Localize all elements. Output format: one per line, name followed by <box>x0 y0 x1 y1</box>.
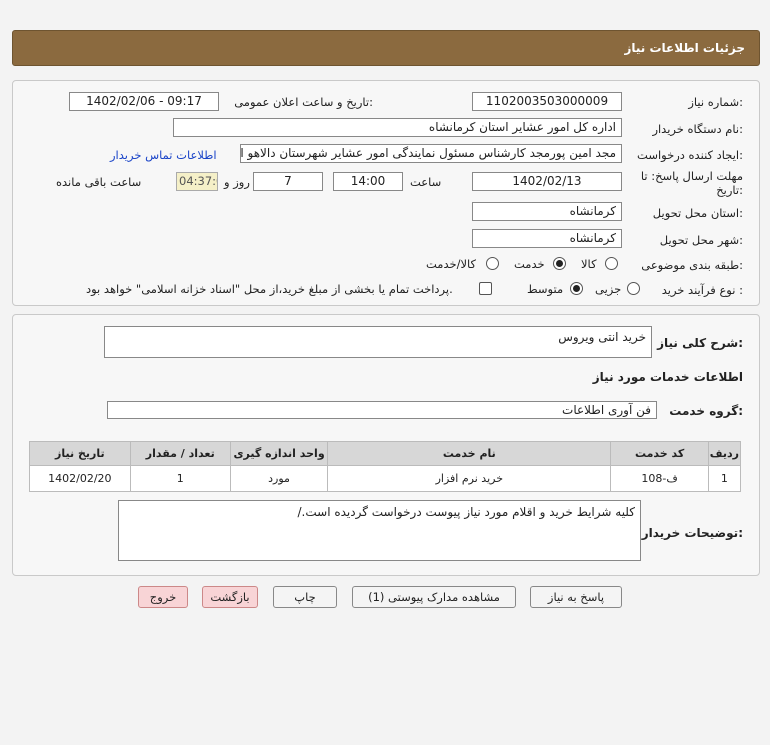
col-need-date: تاریخ نیاز <box>29 441 131 466</box>
cell-row: 1 <box>707 465 742 492</box>
col-service-name: نام خدمت <box>327 441 612 466</box>
service-group-label: گروه خدمت: <box>669 404 743 418</box>
city-field: کرمانشاه <box>472 229 622 248</box>
category-goods-radio[interactable] <box>605 257 618 270</box>
buyer-notes-field: کلیه شرایط خرید و اقلام مورد نیاز پیوست … <box>118 500 641 561</box>
col-quantity: تعداد / مقدار <box>129 441 231 466</box>
services-heading: اطلاعات خدمات مورد نیاز <box>592 370 743 384</box>
table-header-row: ردیف کد خدمت نام خدمت واحد اندازه گیری ت… <box>29 441 742 466</box>
need-number-field: 1102003503000009 <box>472 92 622 111</box>
summary-label: شرح کلی نیاز: <box>657 336 743 350</box>
page-header: جزئیات اطلاعات نیاز <box>12 30 760 66</box>
treasury-payment-checkbox[interactable] <box>479 282 492 295</box>
remaining-label: ساعت باقی مانده <box>56 175 142 189</box>
process-medium-label: متوسط <box>527 282 564 296</box>
need-number-label: شماره نیاز: <box>688 95 743 109</box>
remaining-time-field: 04:37:01 <box>176 172 218 191</box>
process-minor-radio[interactable] <box>627 282 640 295</box>
buyer-notes-label: توضیحات خریدار: <box>641 526 743 540</box>
deadline-label-date: تاریخ: <box>716 183 743 197</box>
services-table: ردیف کد خدمت نام خدمت واحد اندازه گیری ت… <box>29 441 742 492</box>
col-row: ردیف <box>707 441 742 466</box>
services-table-wrap: ردیف کد خدمت نام خدمت واحد اندازه گیری ت… <box>29 441 742 492</box>
col-service-code: کد خدمت <box>610 441 709 466</box>
creator-field: مجد امین پورمجد کارشناس مسئول نمایندگی ا… <box>240 144 622 163</box>
service-group-field: فن آوری اطلاعات <box>107 401 657 419</box>
category-goods-label: کالا <box>581 257 597 271</box>
category-goods-service-label: کالا/خدمت <box>426 257 477 271</box>
summary-field: خرید انتی ویروس <box>104 326 652 358</box>
deadline-label: مهلت ارسال پاسخ: تا <box>640 169 743 183</box>
details-panel <box>12 80 760 306</box>
category-goods-service-radio[interactable] <box>486 257 499 270</box>
announce-field: 1402/02/06 - 09:17 <box>69 92 219 111</box>
cell-unit: مورد <box>229 465 329 492</box>
category-label: طبقه بندی موضوعی: <box>641 258 743 272</box>
deadline-time-label: ساعت <box>410 175 442 189</box>
buyer-org-field: اداره کل امور عشایر استان کرمانشاه <box>173 118 622 137</box>
attachments-button[interactable]: مشاهده مدارک پیوستی (1) <box>352 586 516 608</box>
days-field: 7 <box>253 172 323 191</box>
cell-quantity: 1 <box>129 465 231 492</box>
buyer-org-label: نام دستگاه خریدار: <box>652 122 743 136</box>
province-field: کرمانشاه <box>472 202 622 221</box>
cell-service-name: خرید نرم افزار <box>327 465 612 492</box>
deadline-time-field: 14:00 <box>333 172 403 191</box>
deadline-date-field: 1402/02/13 <box>472 172 622 191</box>
page-title: جزئیات اطلاعات نیاز <box>624 41 745 55</box>
announce-label: تاریخ و ساعت اعلان عمومی: <box>234 95 373 109</box>
col-unit: واحد اندازه گیری <box>229 441 329 466</box>
exit-button[interactable]: خروج <box>138 586 188 608</box>
back-button[interactable]: بازگشت <box>202 586 258 608</box>
cell-service-code: ف-108 <box>610 465 709 492</box>
treasury-payment-note: پرداخت تمام یا بخشی از مبلغ خرید،از محل … <box>86 282 453 296</box>
category-service-radio[interactable] <box>553 257 566 270</box>
days-label: روز و <box>224 175 250 189</box>
creator-label: ایجاد کننده درخواست: <box>637 148 743 162</box>
buyer-contact-link[interactable]: اطلاعات تماس خریدار <box>110 148 217 162</box>
reply-button[interactable]: پاسخ به نیاز <box>530 586 622 608</box>
process-medium-radio[interactable] <box>570 282 583 295</box>
process-minor-label: جزیی <box>595 282 622 296</box>
province-label: استان محل تحویل: <box>652 206 743 220</box>
table-row: 1 ف-108 خرید نرم افزار مورد 1 1402/02/20 <box>29 465 742 492</box>
city-label: شهر محل تحویل: <box>659 233 743 247</box>
process-label: نوع فرآیند خرید : <box>661 283 743 297</box>
print-button[interactable]: چاپ <box>273 586 337 608</box>
category-service-label: خدمت <box>514 257 545 271</box>
cell-need-date: 1402/02/20 <box>29 465 131 492</box>
